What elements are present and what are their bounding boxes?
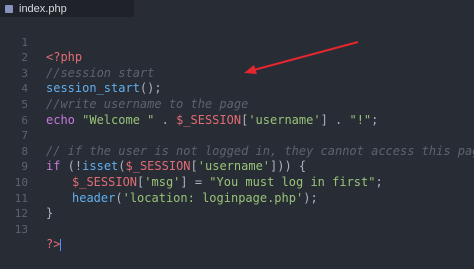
tab-index-php[interactable]: index.php xyxy=(0,0,134,17)
code-line: 12 xyxy=(0,191,474,220)
code-line: 4 //write username to the page xyxy=(0,66,474,111)
code-line: 6 xyxy=(0,97,474,127)
text-cursor xyxy=(60,238,62,251)
code-line: 8 if (!isset($_SESSION['username'])) { xyxy=(0,128,474,174)
code-line: 5 echo "Welcome " . $_SESSION['username'… xyxy=(0,81,474,127)
code-line: 2 //session start xyxy=(0,35,474,80)
php-close-tag: ?> xyxy=(46,237,61,252)
code-area[interactable]: 1 <?php 2 //session start 3 session_star… xyxy=(0,17,474,252)
annotation-arrow xyxy=(244,41,359,74)
code-line: 11 } xyxy=(0,175,474,221)
code-line: 3 session_start(); xyxy=(0,50,474,96)
code-line: 7 // if the user is not logged in, they … xyxy=(0,113,474,158)
php-file-icon xyxy=(4,4,14,14)
line-number: 13 xyxy=(14,222,28,236)
code-editor-window: index.php 1 <?php 2 //session start 3 se… xyxy=(0,0,474,252)
code-line: 1 <?php xyxy=(0,19,474,65)
code-line: 10 header('location: loginpage.php'); xyxy=(0,159,474,205)
tab-label: index.php xyxy=(19,2,67,15)
code-line: 9 $_SESSION['msg'] = "You must log in fi… xyxy=(0,144,474,189)
code-line: 13 ?> xyxy=(0,206,474,251)
